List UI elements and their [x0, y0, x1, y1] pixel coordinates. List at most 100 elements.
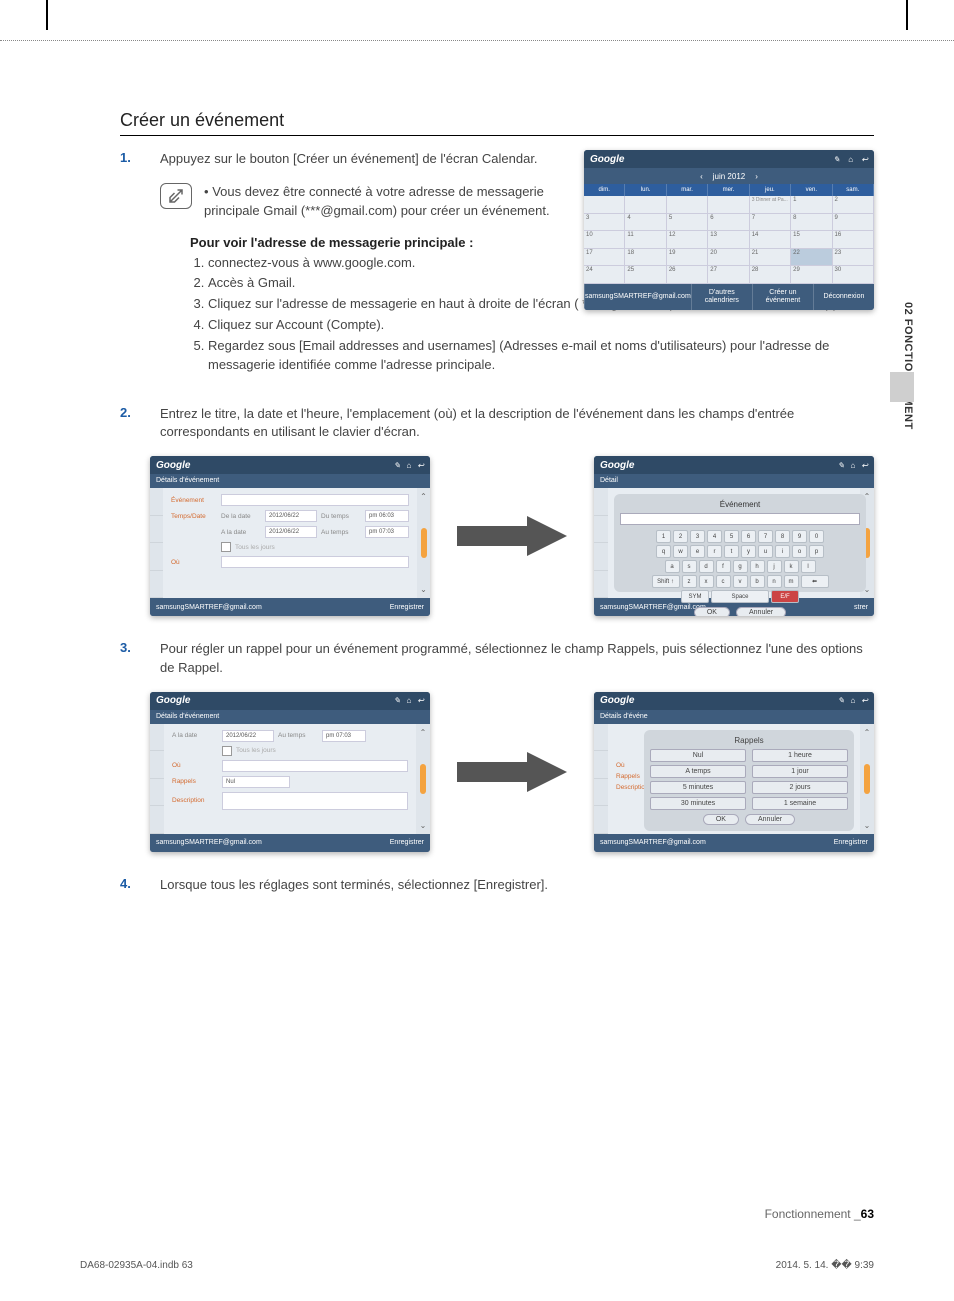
page-number: 63	[861, 1207, 874, 1221]
edit-icon: ✎	[838, 696, 845, 705]
page-footer: Fonctionnement _63	[120, 1207, 874, 1221]
shift-key[interactable]: Shift ↑	[652, 575, 680, 588]
backspace-key[interactable]: ⬅	[801, 575, 829, 588]
calendar-footer: samsungSMARTREF@gmail.com D'autres calen…	[584, 284, 874, 310]
step-number: 2.	[120, 405, 160, 443]
save-button[interactable]: Enregistrer	[390, 839, 424, 846]
reminders-label: Rappels	[172, 778, 218, 785]
onscreen-keyboard: Événement 1234567890 qwertyuiop asdfghjk…	[614, 494, 866, 592]
date-from-input[interactable]: 2012/06/22	[265, 510, 317, 522]
time-from-input[interactable]: pm 06:03	[365, 510, 409, 522]
keyboard-popup-screenshot: Google ✎⌂↩ Détail ⌃⌄ Événement 123456789…	[594, 456, 874, 616]
edit-icon: ✎	[394, 461, 401, 470]
google-logo: Google	[590, 154, 624, 165]
reminders-popup-title: Rappels	[650, 736, 848, 745]
save-button[interactable]: Enregistrer	[834, 839, 868, 846]
sym-key[interactable]: SYM	[681, 590, 709, 603]
title-rule	[120, 135, 874, 136]
step-3-text: Pour régler un rappel pour un événement …	[160, 640, 874, 678]
back-icon: ↩	[861, 155, 868, 164]
google-logo: Google	[156, 460, 190, 471]
keyboard-ok-button[interactable]: OK	[694, 607, 730, 616]
sub-step-4: Cliquez sur Account (Compte).	[208, 316, 874, 335]
edit-icon: ✎	[394, 696, 401, 705]
details-title-partial: Détail	[594, 474, 874, 488]
home-icon: ⌂	[850, 461, 855, 470]
footer-section: Fonctionnement _	[765, 1207, 861, 1221]
sub-step-5: Regardez sous [Email addresses and usern…	[208, 337, 874, 375]
all-day-label: Tous les jours	[235, 544, 275, 551]
prev-month-button[interactable]: ‹	[700, 172, 703, 181]
reminders-popup: Rappels Nul1 heure A temps1 jour 5 minut…	[644, 730, 854, 831]
calendar-screenshot: Google ✎ ⌂ ↩ ‹ juin 2012 › dim. lun. mar…	[584, 150, 874, 310]
event-label: Événement	[171, 497, 217, 504]
all-day-checkbox[interactable]	[222, 746, 232, 756]
home-icon: ⌂	[850, 696, 855, 705]
arrow-icon	[430, 752, 594, 792]
all-day-checkbox[interactable]	[221, 542, 231, 552]
step-number: 3.	[120, 640, 160, 678]
home-icon: ⌂	[406, 696, 411, 705]
back-icon: ↩	[417, 461, 424, 470]
tempsdate-label: Temps/Date	[171, 513, 217, 520]
calendar-month-bar: ‹ juin 2012 ›	[584, 168, 874, 184]
date-to-input[interactable]: 2012/06/22	[265, 526, 317, 538]
step-3: 3. Pour régler un rappel pour un événeme…	[120, 640, 874, 678]
keyboard-text-field[interactable]	[620, 513, 860, 525]
reminders-ok-button[interactable]: OK	[703, 814, 739, 825]
where-label: Où	[171, 559, 217, 566]
other-calendars-button[interactable]: D'autres calendriers	[691, 284, 752, 310]
note-icon	[160, 183, 192, 209]
reminders-cancel-button[interactable]: Annuler	[745, 814, 795, 825]
keyboard-title: Événement	[620, 500, 860, 509]
note-bullet: •	[204, 184, 209, 199]
lang-key[interactable]: E/F	[771, 590, 799, 603]
calendar-month-label: juin 2012	[713, 172, 745, 181]
step-4-text: Lorsque tous les réglages sont terminés,…	[160, 876, 874, 895]
description-label: Description	[172, 797, 218, 804]
create-event-button[interactable]: Créer un événement	[752, 284, 813, 310]
note-text: Vous devez être connecté à votre adresse…	[204, 184, 550, 218]
edit-icon: ✎	[838, 461, 845, 470]
step-2-text: Entrez le titre, la date et l'heure, l'e…	[160, 405, 874, 443]
reminder-option[interactable]: Nul	[650, 749, 746, 762]
scrollbar[interactable]: ⌃⌄	[417, 488, 430, 598]
time-to-input[interactable]: pm 07:03	[365, 526, 409, 538]
step-1-text: Appuyez sur le bouton [Créer un événemen…	[160, 150, 560, 169]
event-detail-reminders-screenshot: Google ✎⌂↩ Détails d'événement A la date…	[150, 692, 430, 852]
back-icon: ↩	[417, 696, 424, 705]
print-timestamp: 2014. 5. 14. �� 9:39	[776, 1260, 874, 1271]
where-input[interactable]	[222, 760, 408, 772]
sidebar-tabs	[150, 488, 163, 598]
home-icon: ⌂	[406, 461, 411, 470]
google-logo: Google	[600, 460, 634, 471]
where-input[interactable]	[221, 556, 409, 568]
details-title: Détails d'événement	[150, 474, 430, 488]
print-footer: DA68-02935A-04.indb 63 2014. 5. 14. �� 9…	[80, 1260, 874, 1271]
description-input[interactable]	[222, 792, 408, 810]
reminders-select[interactable]: Nul	[222, 776, 290, 788]
calendar-account-label: samsungSMARTREF@gmail.com	[584, 284, 691, 310]
step-4: 4. Lorsque tous les réglages sont termin…	[120, 876, 874, 895]
event-detail-screenshot: Google ✎ ⌂ ↩ Détails d'événement Événement…	[150, 456, 430, 616]
calendar-days-header: dim. lun. mar. mer. jeu. ven. sam.	[584, 184, 874, 196]
arrow-icon	[430, 516, 594, 556]
edit-icon: ✎	[833, 155, 840, 164]
step-2: 2. Entrez le titre, la date et l'heure, …	[120, 405, 874, 443]
event-title-input[interactable]	[221, 494, 409, 506]
space-key[interactable]: Space	[711, 590, 769, 603]
home-icon: ⌂	[848, 155, 853, 164]
topbar-icons: ✎ ⌂ ↩	[827, 155, 868, 164]
logout-button[interactable]: Déconnexion	[813, 284, 874, 310]
account-label: samsungSMARTREF@gmail.com	[156, 604, 262, 611]
reminders-popup-screenshot: Google ✎⌂↩ Détails d'événe Où Rappels De…	[594, 692, 874, 852]
step-number: 1.	[120, 150, 160, 169]
step-number: 4.	[120, 876, 160, 895]
back-icon: ↩	[861, 696, 868, 705]
print-filename: DA68-02935A-04.indb 63	[80, 1260, 193, 1271]
calendar-grid: 3 Dinner at Pa...12 3456789 101112131415…	[584, 196, 874, 284]
keyboard-cancel-button[interactable]: Annuler	[736, 607, 786, 616]
next-month-button[interactable]: ›	[755, 172, 758, 181]
save-button[interactable]: Enregistrer	[390, 604, 424, 611]
key[interactable]: 1	[656, 530, 671, 543]
